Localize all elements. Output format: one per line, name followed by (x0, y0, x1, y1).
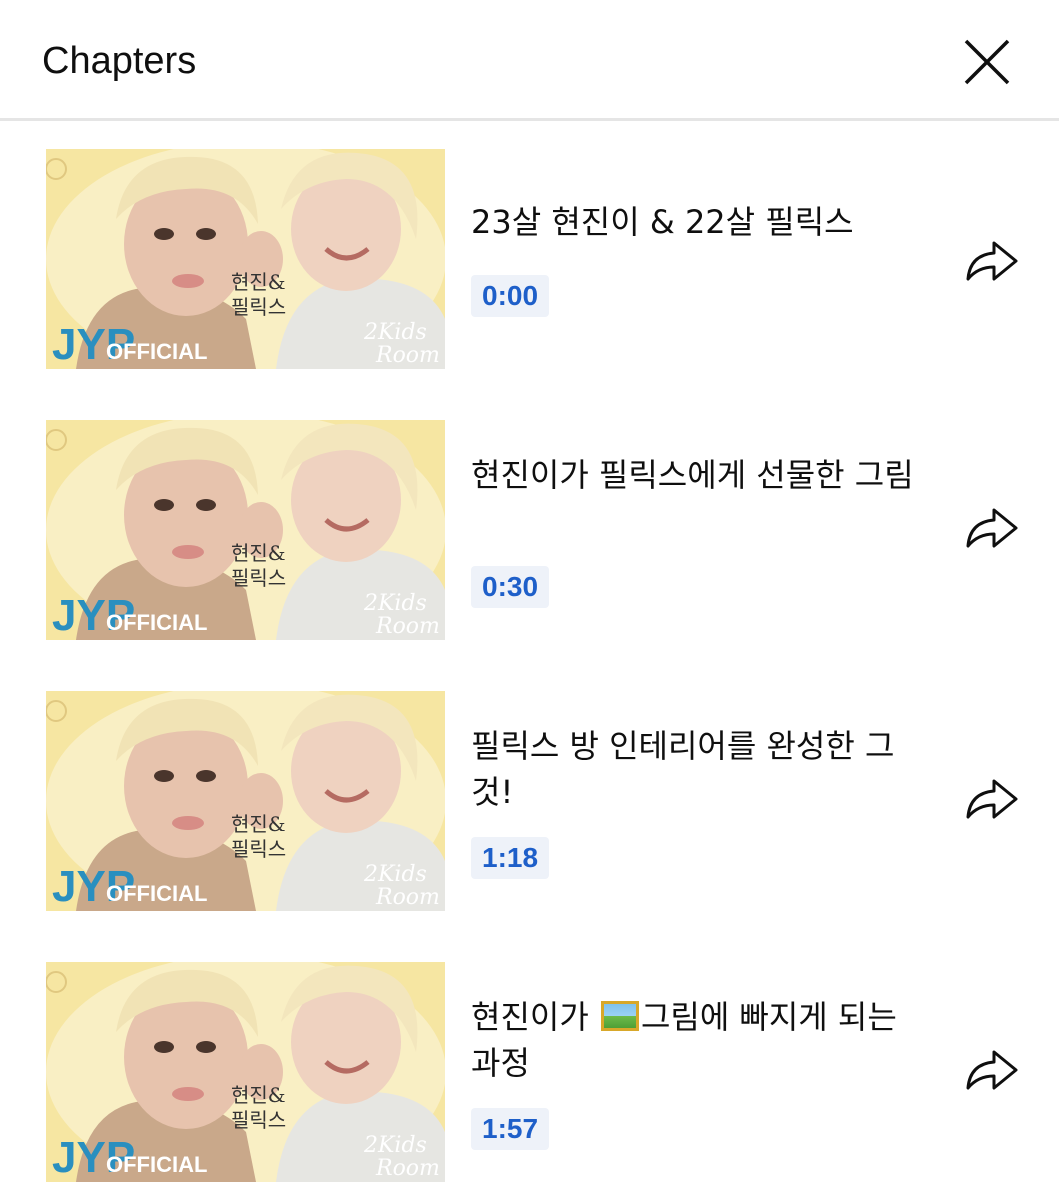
official-logo-text: OFFICIAL (106, 339, 207, 364)
close-icon (964, 39, 1010, 85)
thumbnail-caption-1: 현진& (231, 541, 286, 565)
chapter-thumbnail[interactable]: 현진& 필릭스 JYP OFFICIAL 2Kids Room (46, 962, 445, 1182)
official-logo-text: OFFICIAL (106, 881, 207, 906)
share-button[interactable] (960, 1042, 1024, 1100)
chapter-title-part: 현진이가 (471, 998, 599, 1036)
close-button[interactable] (958, 36, 1016, 90)
chapter-timestamp[interactable]: 0:30 (471, 566, 550, 608)
thumbnail-caption-2: 필릭스 (231, 1108, 286, 1132)
share-arrow-icon (966, 779, 1018, 819)
chapter-timestamp[interactable]: 0:00 (471, 275, 550, 317)
badge-text-2: Room (375, 1156, 440, 1181)
badge-text-1: 2Kids (363, 591, 427, 616)
thumbnail-caption-1: 현진& (231, 270, 286, 294)
chapter-item[interactable]: 현진& 필릭스 JYP OFFICIAL 2Kids Room 현진이가 그림에… (0, 962, 1059, 1184)
badge-text-1: 2Kids (363, 1133, 427, 1158)
thumbnail-caption-2: 필릭스 (231, 295, 286, 319)
chapter-timestamp[interactable]: 1:18 (471, 837, 550, 879)
badge-text-1: 2Kids (363, 862, 427, 887)
badge-text-2: Room (375, 614, 440, 639)
thumbnail-caption-1: 현진& (231, 812, 286, 836)
chapter-title: 현진이가 그림에 빠지게 되는 과정 (471, 994, 931, 1086)
chapter-title: 현진이가 필릭스에게 선물한 그림 (471, 456, 914, 494)
chapter-item[interactable]: 현진& 필릭스 JYP OFFICIAL 2Kids Room 필릭스 방 인테… (0, 691, 1059, 913)
thumbnail-caption-2: 필릭스 (231, 837, 286, 861)
chapter-thumbnail[interactable]: 현진& 필릭스 JYP OFFICIAL 2Kids Room (46, 149, 445, 369)
framed-picture-emoji-icon (600, 1001, 639, 1031)
panel-title: Chapters (42, 40, 197, 82)
thumbnail-art: 현진& 필릭스 JYP OFFICIAL 2Kids Room (46, 691, 445, 911)
chapter-item[interactable]: 현진& 필릭스 JYP OFFICIAL 2Kids Room 23살 현진이 … (0, 149, 1059, 371)
chapter-thumbnail[interactable]: 현진& 필릭스 JYP OFFICIAL 2Kids Room (46, 420, 445, 640)
chapters-header: Chapters (0, 0, 1059, 121)
share-button[interactable] (960, 233, 1024, 291)
share-arrow-icon (966, 1050, 1018, 1090)
chapter-title: 필릭스 방 인테리어를 완성한 그것! (471, 727, 895, 811)
badge-text-2: Room (375, 343, 440, 368)
thumbnail-caption-1: 현진& (231, 1083, 286, 1107)
chapter-title: 23살 현진이 & 22살 필릭스 (471, 203, 854, 241)
official-logo-text: OFFICIAL (106, 610, 207, 635)
share-button[interactable] (960, 500, 1024, 558)
chapter-thumbnail[interactable]: 현진& 필릭스 JYP OFFICIAL 2Kids Room (46, 691, 445, 911)
share-button[interactable] (960, 771, 1024, 829)
thumbnail-art: 현진& 필릭스 JYP OFFICIAL 2Kids Room (46, 420, 445, 640)
thumbnail-art: 현진& 필릭스 JYP OFFICIAL 2Kids Room (46, 962, 445, 1182)
chapter-timestamp[interactable]: 1:57 (471, 1108, 550, 1150)
share-arrow-icon (966, 508, 1018, 548)
official-logo-text: OFFICIAL (106, 1152, 207, 1177)
share-arrow-icon (966, 241, 1018, 281)
badge-text-2: Room (375, 885, 440, 910)
chapter-item[interactable]: 현진& 필릭스 JYP OFFICIAL 2Kids Room 현진이가 필릭스… (0, 420, 1059, 642)
badge-text-1: 2Kids (363, 320, 427, 345)
thumbnail-caption-2: 필릭스 (231, 566, 286, 590)
thumbnail-art: 현진& 필릭스 JYP OFFICIAL 2Kids Room (46, 149, 445, 369)
